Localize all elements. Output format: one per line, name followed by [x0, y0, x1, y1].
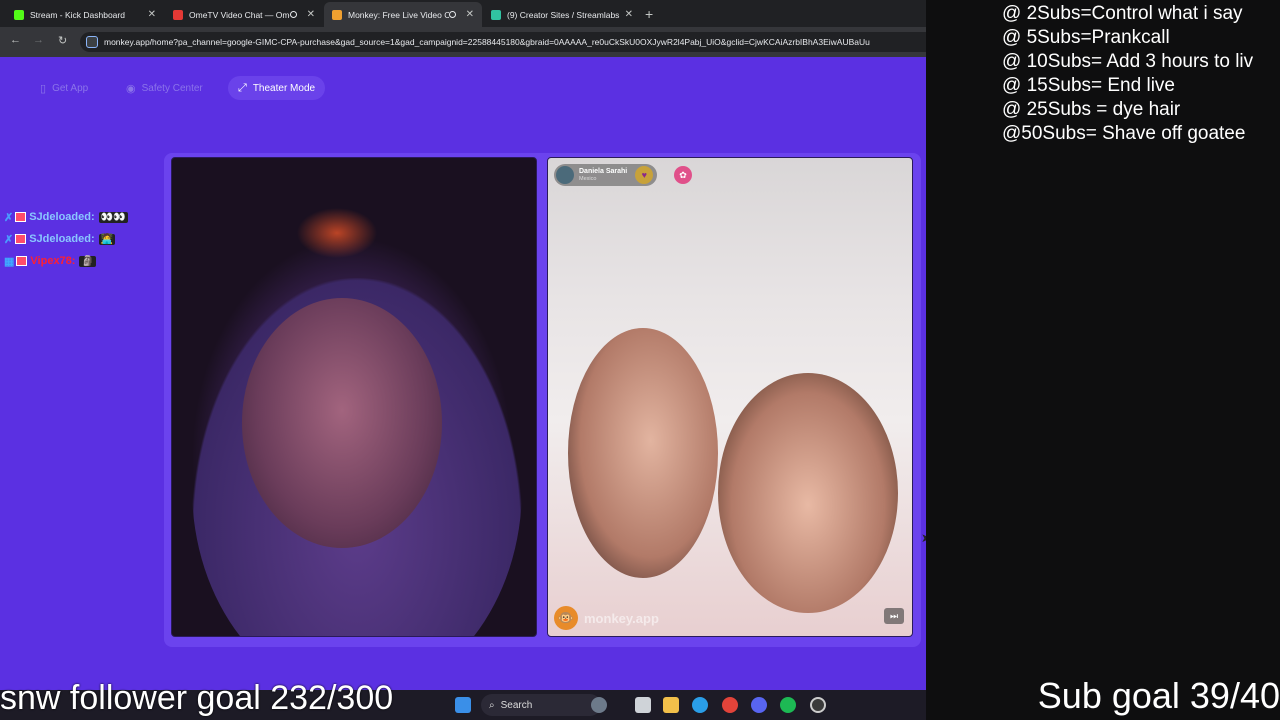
- follower-goal-text: snw follower goal 232/300: [0, 679, 394, 717]
- recording-icon: [448, 11, 456, 18]
- sword-badge-icon: ✗: [4, 211, 14, 224]
- widgets-icon[interactable]: [591, 697, 607, 713]
- shield-icon: ◉: [126, 82, 136, 95]
- chat-username: SJdeloaded:: [29, 211, 95, 223]
- sub-rule: @ 2Subs=Control what i say: [1002, 3, 1243, 24]
- reload-icon[interactable]: ↻: [58, 34, 67, 47]
- file-explorer-icon[interactable]: [663, 697, 679, 713]
- kick-icon: [14, 9, 24, 20]
- partner-info[interactable]: Daniela Sarahi Mexico ♥: [554, 164, 658, 186]
- avatar: [556, 166, 574, 184]
- chat-emote: 🧑‍💻: [98, 233, 116, 245]
- monkey-site: ▯ Get App ◉ Safety Center ⤢ Theater Mode: [0, 57, 926, 690]
- self-video-subject: [242, 298, 442, 548]
- new-tab-icon[interactable]: +: [645, 6, 653, 22]
- tab-monkey[interactable]: Monkey: Free Live Video Ch ✕: [324, 2, 482, 27]
- chrome-icon[interactable]: [722, 697, 738, 713]
- sub-rule: @ 5Subs=Prankcall: [1002, 27, 1170, 48]
- url-field[interactable]: monkey.app/home?pa_channel=google-GIMC-C…: [80, 32, 926, 52]
- site-info-icon[interactable]: [86, 36, 98, 48]
- chat-emote: 🗿: [79, 255, 96, 267]
- sub-rule: @ 15Subs= End live: [1002, 75, 1175, 96]
- chat-username: SJdeloaded:: [29, 233, 95, 245]
- windows-start-icon[interactable]: [455, 697, 471, 713]
- spotify-icon[interactable]: [780, 697, 796, 713]
- close-icon[interactable]: ✕: [625, 9, 633, 20]
- sub-badge-icon: [15, 212, 27, 222]
- sub-rule: @ 10Subs= Add 3 hours to liv: [1002, 51, 1254, 72]
- partner-video-subject: [718, 373, 898, 613]
- monkey-logo-icon: 🐵: [554, 606, 578, 630]
- sub-rule: @ 25Subs = dye hair: [1002, 99, 1181, 120]
- grid-badge-icon: ▦: [4, 255, 15, 268]
- stream-overlay-panel: @ 2Subs=Control what i say @ 5Subs=Prank…: [926, 0, 1280, 720]
- partner-video: Daniela Sarahi Mexico ♥ ✿ 🐵 monkey.app ⏭: [547, 157, 913, 637]
- tab-bar: Stream - Kick Dashboard ✕ OmeTV Video Ch…: [0, 0, 926, 27]
- self-video: [171, 157, 537, 637]
- discord-icon[interactable]: [751, 697, 767, 713]
- streamlabs-icon: [491, 9, 501, 20]
- monkey-icon: [332, 9, 342, 20]
- sub-goal-text: Sub goal 39/40: [1037, 675, 1280, 716]
- sub-badge-icon: [15, 234, 27, 244]
- tab-ometv[interactable]: OmeTV Video Chat — Ome ✕: [165, 2, 323, 27]
- chat-message: ✗ SJdeloaded: 👀👀: [4, 206, 128, 228]
- sub-badge-icon: [16, 256, 28, 266]
- chat-message: ✗ SJdeloaded: 🧑‍💻: [4, 228, 128, 250]
- partner-text: Daniela Sarahi Mexico: [579, 168, 627, 183]
- close-icon[interactable]: ✕: [148, 9, 156, 20]
- sub-rule: @50Subs= Shave off goatee: [1002, 123, 1246, 144]
- sword-badge-icon: ✗: [4, 233, 14, 246]
- back-icon[interactable]: ←: [10, 34, 21, 46]
- chat-message: ▦ Vipex78: 🗿: [4, 250, 128, 272]
- partner-name: Daniela Sarahi: [579, 167, 628, 175]
- brand-watermark: 🐵 monkey.app: [554, 606, 659, 630]
- safety-center-button[interactable]: ◉ Safety Center: [116, 76, 213, 100]
- phone-icon: ▯: [40, 82, 47, 95]
- close-icon[interactable]: ✕: [466, 9, 474, 20]
- ometv-icon: [173, 9, 183, 20]
- taskbar-search[interactable]: ⌕ Search: [481, 694, 601, 716]
- tab-streamlabs[interactable]: (9) Creator Sites / Streamlabs ✕: [483, 2, 641, 27]
- obs-icon[interactable]: [810, 697, 826, 713]
- forward-icon[interactable]: →: [33, 34, 44, 46]
- chat-username: Vipex78:: [30, 255, 76, 267]
- recording-icon: [289, 11, 297, 18]
- gift-icon[interactable]: ✿: [674, 166, 692, 184]
- address-bar: ← → ↻ monkey.app/home?pa_channel=google-…: [0, 27, 926, 57]
- search-icon: ⌕: [489, 699, 495, 711]
- partner-country: Mexico: [579, 175, 597, 182]
- browser-window: Stream - Kick Dashboard ✕ OmeTV Video Ch…: [0, 0, 926, 690]
- tab-kick-dashboard[interactable]: Stream - Kick Dashboard ✕: [6, 2, 164, 27]
- skip-icon[interactable]: ⏭: [884, 608, 904, 624]
- chat-emote: 👀👀: [98, 211, 128, 223]
- close-icon[interactable]: ✕: [307, 9, 315, 20]
- theater-mode-button[interactable]: ⤢ Theater Mode: [228, 76, 326, 100]
- sub-rules-list: @ 2Subs=Control what i say @ 5Subs=Prank…: [1002, 2, 1253, 146]
- heart-icon[interactable]: ♥: [635, 166, 654, 184]
- get-app-button[interactable]: ▯ Get App: [30, 76, 98, 100]
- partner-video-subject: [568, 328, 718, 578]
- expand-icon: ⤢: [238, 81, 247, 94]
- video-stage: Daniela Sarahi Mexico ♥ ✿ 🐵 monkey.app ⏭: [164, 153, 921, 647]
- edge-icon[interactable]: [692, 697, 708, 713]
- task-view-icon[interactable]: [635, 697, 651, 713]
- chat-overlay: ✗ SJdeloaded: 👀👀 ✗ SJdeloaded: 🧑‍💻 ▦ Vip…: [4, 206, 128, 272]
